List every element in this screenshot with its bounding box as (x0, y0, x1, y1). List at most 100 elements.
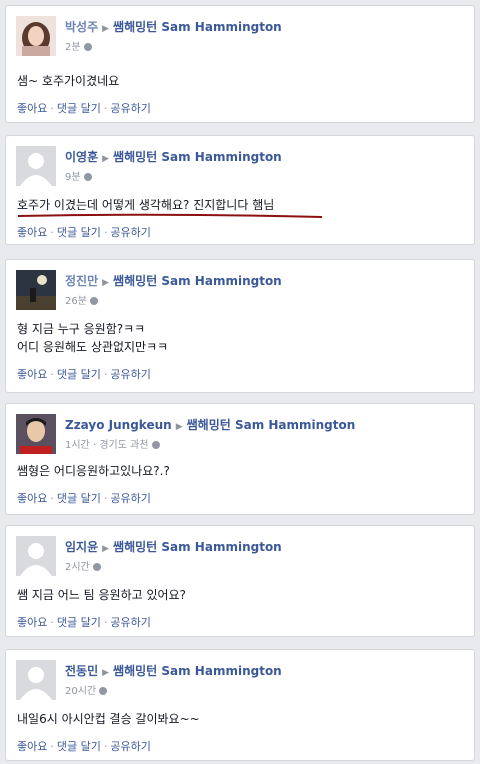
post-actions: 좋아요 · 댓글 달기 · 공유하기 (17, 614, 151, 630)
comment-link[interactable]: 댓글 달기 (57, 368, 101, 381)
separator: · (50, 102, 54, 115)
red-underline-annotation (17, 213, 323, 218)
post-timestamp[interactable]: 26분 (65, 292, 98, 307)
target-page-name[interactable]: 쌤해밍턴 Sam Hammington (113, 664, 282, 678)
like-link[interactable]: 좋아요 (17, 102, 47, 115)
author-name[interactable]: 전동민 (65, 664, 98, 678)
timestamp[interactable]: 26분 (65, 296, 87, 307)
post-actions: 좋아요 · 댓글 달기 · 공유하기 (17, 366, 151, 382)
separator: · (103, 616, 108, 629)
post: 임지윤 ▶ 쌤해밍턴 Sam Hammington 2시간 쌤 지금 어느 팀 응원… (5, 525, 475, 637)
arrow-right-icon: ▶ (102, 278, 110, 288)
like-link[interactable]: 좋아요 (17, 226, 47, 239)
post: Zzayo Jungkeun ▶ 쌤해밍턴 Sam Hammington 1시간 ·… (5, 403, 475, 515)
post-text-line: 내일6시 아시안컵 결승 갈이봐요~~ (17, 712, 200, 726)
avatar[interactable] (16, 270, 56, 310)
like-link[interactable]: 좋아요 (17, 740, 47, 753)
post-actions: 좋아요 · 댓글 달기 · 공유하기 (17, 100, 151, 116)
post-body: 쌤형은 어디응원하고있나요?.? (17, 462, 170, 480)
globe-icon (83, 43, 92, 51)
timestamp[interactable]: 9분 (65, 172, 81, 183)
post-body: 형 지금 누구 응원함?ㅋㅋ 어디 응원해도 상관없지만ㅋㅋ (17, 320, 168, 356)
author-name[interactable]: 이영훈 (65, 150, 98, 164)
share-link[interactable]: 공유하기 (110, 102, 150, 115)
post-actions: 좋아요 · 댓글 달기 · 공유하기 (17, 490, 151, 506)
post: 정진만 ▶ 쌤해밍턴 Sam Hammington 26분 형 지금 누구 응원함?… (5, 259, 475, 393)
post: 이영훈 ▶ 쌤해밍턴 Sam Hammington 9분 호주가 이겼는데 어떻게 … (5, 135, 475, 245)
separator: · (50, 740, 54, 753)
arrow-right-icon: ▶ (102, 668, 110, 678)
avatar[interactable] (16, 146, 56, 186)
target-page-name[interactable]: 쌤해밍턴 Sam Hammington (113, 150, 282, 164)
post: 전동민 ▶ 쌤해밍턴 Sam Hammington 20시간 내일6시 아시안컵 결… (5, 649, 475, 761)
timestamp[interactable]: 1시간 (65, 440, 90, 451)
comment-link[interactable]: 댓글 달기 (57, 616, 101, 629)
separator: · (50, 616, 54, 629)
timestamp[interactable]: 20시간 (65, 686, 96, 697)
arrow-right-icon: ▶ (175, 422, 183, 432)
post-actions: 좋아요 · 댓글 달기 · 공유하기 (17, 738, 151, 754)
post: 박성주 ▶ 쌤해밍턴 Sam Hammington 2분 샘~ 호주가이겼네요 좋아… (5, 5, 475, 123)
post-timestamp[interactable]: 20시간 (65, 682, 108, 697)
post-body: 내일6시 아시안컵 결승 갈이봐요~~ (17, 710, 200, 728)
separator: · (103, 226, 108, 239)
avatar[interactable] (16, 414, 56, 454)
comment-link[interactable]: 댓글 달기 (57, 492, 101, 505)
avatar[interactable] (16, 660, 56, 700)
avatar[interactable] (16, 536, 56, 576)
post-text-line: 어디 응원해도 상관없지만ㅋㅋ (17, 340, 169, 354)
post-header: 전동민 ▶ 쌤해밍턴 Sam Hammington (65, 662, 282, 679)
post-timestamp[interactable]: 2분 (65, 38, 92, 53)
share-link[interactable]: 공유하기 (110, 740, 150, 753)
default-user-icon (16, 536, 56, 576)
share-link[interactable]: 공유하기 (110, 368, 150, 381)
arrow-right-icon: ▶ (102, 24, 110, 34)
separator: · (103, 740, 108, 753)
post-header: 박성주 ▶ 쌤해밍턴 Sam Hammington (65, 18, 282, 35)
globe-icon (83, 173, 92, 181)
post-text-line: 쌤 지금 어느 팀 응원하고 있어요? (17, 588, 186, 602)
target-page-name[interactable]: 쌤해밍턴 Sam Hammington (187, 418, 356, 432)
post-header: Zzayo Jungkeun ▶ 쌤해밍턴 Sam Hammington (65, 416, 355, 433)
comment-link[interactable]: 댓글 달기 (57, 740, 101, 753)
target-page-name[interactable]: 쌤해밍턴 Sam Hammington (113, 540, 282, 554)
comment-link[interactable]: 댓글 달기 (57, 102, 101, 115)
post-text-line: 샘~ 호주가이겼네요 (17, 74, 120, 88)
share-link[interactable]: 공유하기 (110, 616, 150, 629)
target-page-name[interactable]: 쌤해밍턴 Sam Hammington (113, 20, 282, 34)
separator: · (103, 492, 108, 505)
user-photo-icon (16, 16, 56, 56)
like-link[interactable]: 좋아요 (17, 616, 47, 629)
author-name[interactable]: Zzayo Jungkeun (65, 418, 172, 432)
author-name[interactable]: 임지윤 (65, 540, 98, 554)
post-timestamp[interactable]: 2시간 (65, 558, 101, 573)
separator: · (50, 368, 54, 381)
post-header: 임지윤 ▶ 쌤해밍턴 Sam Hammington (65, 538, 282, 555)
globe-icon (151, 441, 160, 449)
post-timestamp[interactable]: 9분 (65, 168, 92, 183)
target-page-name[interactable]: 쌤해밍턴 Sam Hammington (113, 274, 282, 288)
post-text-line: 형 지금 누구 응원함?ㅋㅋ (17, 322, 146, 336)
share-link[interactable]: 공유하기 (110, 492, 150, 505)
location[interactable]: 경기도 과천 (99, 440, 148, 451)
post-header: 이영훈 ▶ 쌤해밍턴 Sam Hammington (65, 148, 282, 165)
timestamp[interactable]: 2시간 (65, 562, 90, 573)
arrow-right-icon: ▶ (102, 544, 110, 554)
post-actions: 좋아요 · 댓글 달기 · 공유하기 (17, 224, 151, 240)
share-link[interactable]: 공유하기 (110, 226, 150, 239)
post-body: 샘~ 호주가이겼네요 (17, 72, 119, 90)
separator: · (50, 492, 54, 505)
default-user-icon (16, 146, 56, 186)
post-body: 쌤 지금 어느 팀 응원하고 있어요? (17, 586, 186, 604)
post-text-line: 쌤형은 어디응원하고있나요?.? (17, 464, 170, 478)
comment-link[interactable]: 댓글 달기 (57, 226, 101, 239)
author-name[interactable]: 정진만 (65, 274, 98, 288)
avatar[interactable] (16, 16, 56, 56)
post-timestamp[interactable]: 1시간 · 경기도 과천 (65, 436, 160, 451)
arrow-right-icon: ▶ (102, 154, 110, 164)
author-name[interactable]: 박성주 (65, 20, 98, 34)
like-link[interactable]: 좋아요 (17, 492, 47, 505)
like-link[interactable]: 좋아요 (17, 368, 47, 381)
timestamp[interactable]: 2분 (65, 42, 81, 53)
globe-icon (99, 687, 108, 695)
